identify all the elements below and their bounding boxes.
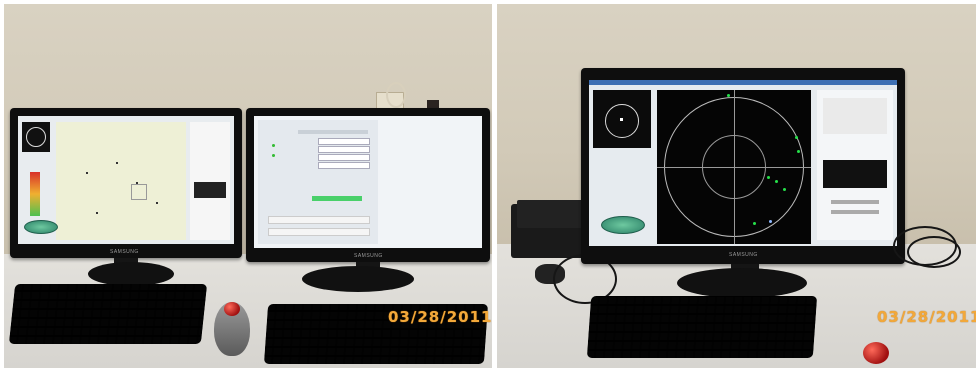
- radar-monitor: SAMSUNG: [581, 68, 905, 264]
- titlebar: [589, 80, 897, 85]
- second-monitor: SAMSUNG: [246, 108, 490, 262]
- radar-blip: [767, 176, 770, 179]
- datestamp: 03/28/2011: [877, 308, 976, 326]
- monitor-brand: SAMSUNG: [110, 249, 139, 255]
- keyboard: [586, 296, 818, 358]
- second-monitor-screen: [254, 116, 482, 248]
- color-scale-bar: [30, 172, 40, 216]
- monitor-stand: [88, 262, 174, 286]
- map-area: [56, 122, 186, 240]
- keyboard-left: [8, 284, 208, 344]
- radar-blip: [775, 180, 778, 183]
- cable-bundle: [907, 236, 961, 268]
- photo-collage: SAMSUNG SAMSUNG 03/28/2011 SAMSUNG 03/28…: [0, 0, 976, 368]
- radar-blip: [797, 150, 800, 153]
- monitor-stand-2: [302, 266, 414, 292]
- trackball: [224, 302, 240, 316]
- trackball: [863, 342, 889, 364]
- radar-blip: [727, 94, 730, 97]
- monitor-brand-2: SAMSUNG: [354, 253, 383, 259]
- left-monitor: SAMSUNG: [10, 108, 242, 258]
- radar-screen: [589, 80, 897, 246]
- right-photo: SAMSUNG 03/28/2011: [497, 4, 976, 368]
- radar-blip: [769, 220, 772, 223]
- side-panel: [190, 122, 230, 240]
- radar-blip: [753, 222, 756, 225]
- compass-widget: [593, 90, 651, 148]
- left-monitor-screen: [18, 116, 234, 244]
- left-photo: SAMSUNG SAMSUNG 03/28/2011: [4, 4, 492, 368]
- compass-widget: [22, 122, 50, 152]
- logo-oval: [601, 216, 645, 234]
- radio-top: [517, 200, 591, 228]
- cable-loop: [386, 82, 406, 108]
- monitor-stand: [677, 268, 807, 298]
- datestamp: 03/28/2011: [388, 308, 492, 326]
- logo-oval: [24, 220, 58, 234]
- form-panel: [258, 120, 378, 244]
- monitor-brand: SAMSUNG: [729, 252, 758, 258]
- legend-panel: [817, 90, 893, 240]
- radar-blip: [795, 136, 798, 139]
- radar-blip: [783, 188, 786, 191]
- radar-display: [657, 90, 811, 244]
